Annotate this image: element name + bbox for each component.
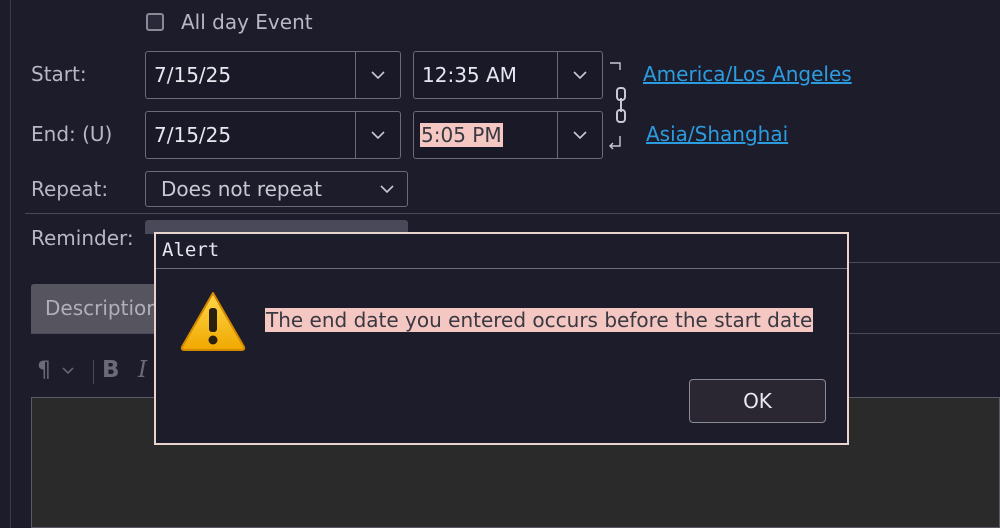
chevron-down-icon[interactable] [367,172,407,206]
end-time-combo[interactable]: 5:05 PM [413,111,603,159]
chevron-down-icon[interactable] [558,52,602,98]
divider [25,213,1000,214]
start-label: Start: [31,62,87,86]
alert-message-text: The end date you entered occurs before t… [265,308,814,332]
repeat-combo[interactable]: Does not repeat [145,171,408,207]
repeat-label: Repeat: [31,177,109,201]
paragraph-style-button[interactable]: ¶ [37,358,87,386]
chevron-down-icon[interactable] [356,112,400,158]
chevron-down-icon [62,367,74,375]
divider [849,262,1000,263]
end-date-value: 7/15/25 [154,123,232,147]
end-date-combo[interactable]: 7/15/25 [145,111,401,159]
start-date-combo[interactable]: 7/15/25 [145,51,401,99]
all-day-checkbox[interactable] [146,13,164,31]
all-day-label: All day Event [181,10,313,34]
ok-button[interactable]: OK [689,379,826,423]
start-timezone-link[interactable]: America/Los Angeles [643,62,852,86]
warning-icon [179,290,247,352]
bold-icon[interactable]: B [102,357,120,383]
alert-message: The end date you entered occurs before t… [265,308,814,332]
alert-title: Alert [162,239,220,261]
start-date-value: 7/15/25 [154,63,232,87]
link-times-icon[interactable] [606,58,636,158]
ok-button-label: OK [743,389,772,413]
toolbar-separator [93,360,94,384]
alert-dialog: Alert The end date you entered occurs be… [154,232,849,445]
chevron-down-icon[interactable] [558,112,602,158]
left-border [10,0,11,528]
reminder-label: Reminder: [31,226,134,250]
start-time-combo[interactable]: 12:35 AM [413,51,603,99]
end-time-value: 5:05 PM [420,123,503,147]
tab-description-label: Description [45,296,159,320]
start-time-value: 12:35 AM [422,63,517,87]
end-label: End: (U) [31,122,113,146]
tab-description[interactable]: Description [31,284,161,333]
paragraph-icon: ¶ [37,358,51,383]
chevron-down-icon[interactable] [356,52,400,98]
repeat-value: Does not repeat [161,177,323,201]
alert-titlebar[interactable]: Alert [156,234,847,269]
end-timezone-link[interactable]: Asia/Shanghai [646,122,788,146]
italic-icon[interactable]: I [138,357,147,383]
